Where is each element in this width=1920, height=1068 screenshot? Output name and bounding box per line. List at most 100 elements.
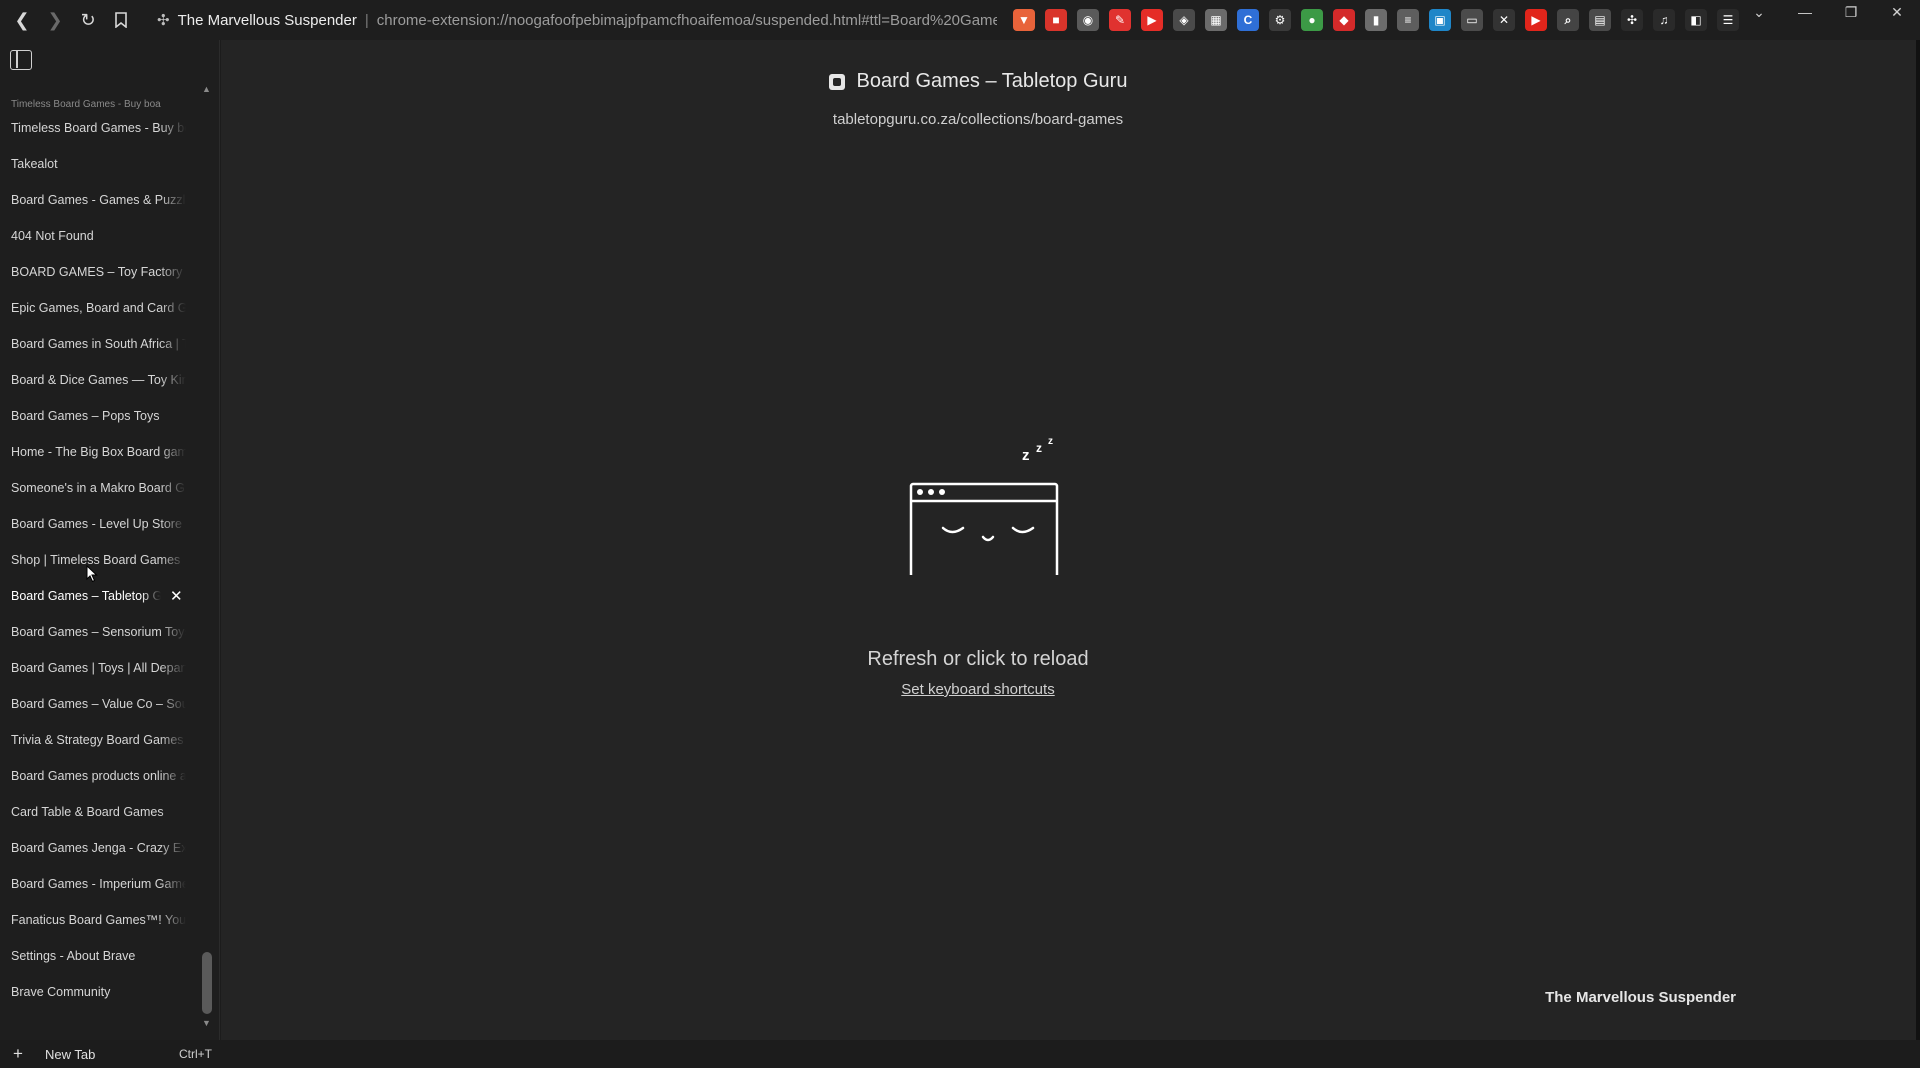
new-tab-label: New Tab xyxy=(45,1046,96,1062)
extensions-puzzle-icon[interactable]: ✣ xyxy=(1621,9,1643,31)
ext-red-bookmark-icon[interactable]: ■ xyxy=(1045,9,1067,31)
vertical-tabs-sidebar: Timeless Board Games - Buy boa Timeless … xyxy=(0,40,220,1063)
tab-item[interactable]: Takealot xyxy=(0,146,196,182)
reload-icon: ↻ xyxy=(80,9,96,30)
ext-eyes-icon[interactable]: ◉ xyxy=(1077,9,1099,31)
new-tab-button[interactable]: + New Tab Ctrl+T xyxy=(0,1040,220,1068)
tab-title: Board Games - Games & Puzzles xyxy=(11,193,196,207)
reload-button[interactable]: ↻ xyxy=(72,4,104,36)
tab-title: Settings - About Brave xyxy=(11,949,136,963)
close-window-button[interactable]: ✕ xyxy=(1874,0,1920,24)
address-bar[interactable]: ✣ The Marvellous Suspender | chrome-exte… xyxy=(157,5,997,35)
ext-gray-square-icon[interactable]: ▮ xyxy=(1365,9,1387,31)
ext-red-pen-icon[interactable]: ✎ xyxy=(1109,9,1131,31)
tab-item[interactable]: Board Games - Level Up Store xyxy=(0,506,196,542)
sidebar-panel-icon[interactable]: ◧ xyxy=(1685,9,1707,31)
minimize-button[interactable]: — xyxy=(1782,0,1828,24)
tab-item[interactable]: Board Games products online at xyxy=(0,758,196,794)
ext-cross-icon[interactable]: ✕ xyxy=(1493,9,1515,31)
ext-save-icon[interactable]: ▣ xyxy=(1429,9,1451,31)
tab-item[interactable]: Board & Dice Games — Toy Kingdom xyxy=(0,362,196,398)
tab-item[interactable]: Board Games – Value Co – South xyxy=(0,686,196,722)
tab-title: Board Games – Tabletop Guru xyxy=(11,589,161,603)
tab-search-button[interactable]: ⌄ xyxy=(1736,0,1782,24)
tab-title: Board Games – Value Co – South xyxy=(11,697,196,711)
tab-title: Board Games in South Africa | Th xyxy=(11,337,196,351)
forward-button[interactable]: ❯ xyxy=(39,4,71,36)
bookmark-button[interactable] xyxy=(105,4,137,36)
ext-grid-icon[interactable]: ▦ xyxy=(1205,9,1227,31)
tab-item[interactable]: Timeless Board Games - Buy boa xyxy=(0,110,196,146)
tab-title: Card Table & Board Games xyxy=(11,805,164,819)
back-button[interactable]: ❮ xyxy=(6,4,38,36)
ext-stack-icon[interactable]: ≡ xyxy=(1397,9,1419,31)
tab-title: Board & Dice Games — Toy Kingdom xyxy=(11,373,196,387)
tab-title: Fanaticus Board Games™! Your F xyxy=(11,913,196,927)
scroll-thumb[interactable] xyxy=(202,952,212,1014)
ext-shield-icon[interactable]: ◈ xyxy=(1173,9,1195,31)
tab-item[interactable]: Epic Games, Board and Card Games xyxy=(0,290,196,326)
brave-shield-icon[interactable]: ▼ xyxy=(1013,9,1035,31)
ext-youtube-icon[interactable]: ▶ xyxy=(1141,9,1163,31)
tab-title: Board Games – Sensorium Toys xyxy=(11,625,191,639)
tab-item[interactable]: 404 Not Found xyxy=(0,218,196,254)
tab-item[interactable]: Settings - About Brave xyxy=(0,938,196,974)
media-note-icon[interactable]: ♫ xyxy=(1653,9,1675,31)
minimize-icon: — xyxy=(1798,4,1812,20)
sleeping-window-icon: z z z xyxy=(909,436,1059,575)
tab-item[interactable]: Board Games Jenga - Crazy Expr xyxy=(0,830,196,866)
ext-screen-icon[interactable]: ▤ xyxy=(1589,9,1611,31)
restore-button[interactable]: ❐ xyxy=(1828,0,1874,24)
tab-item[interactable]: Someone's in a Makro Board Games xyxy=(0,470,196,506)
site-name: The Marvellous Suspender xyxy=(177,11,357,29)
scroll-up-icon[interactable]: ▲ xyxy=(202,84,211,94)
tab-item[interactable]: Fanaticus Board Games™! Your F xyxy=(0,902,196,938)
close-tab-icon[interactable]: ✕ xyxy=(170,587,183,605)
ext-magnify-icon[interactable]: ⌕ xyxy=(1557,9,1579,31)
tab-title: Board Games – Pops Toys xyxy=(11,409,160,423)
brand-label: The Marvellous Suspender xyxy=(1545,989,1736,1006)
tab-item[interactable]: Brave Community xyxy=(0,974,196,1010)
reload-text[interactable]: Refresh or click to reload xyxy=(221,648,1735,671)
set-keyboard-shortcuts-link[interactable]: Set keyboard shortcuts xyxy=(901,681,1054,698)
tab-scrollbar[interactable]: ▲ ▼ xyxy=(200,80,214,1032)
tab-title: BOARD GAMES – Toy Factory xyxy=(11,265,183,279)
mouse-cursor-icon xyxy=(86,565,98,583)
close-icon: ✕ xyxy=(1891,3,1903,20)
tab-item[interactable]: Board Games - Imperium Games xyxy=(0,866,196,902)
url-text: chrome-extension://noogafoofpebimajpfpam… xyxy=(376,11,997,29)
tab-item[interactable]: Card Table & Board Games xyxy=(0,794,196,830)
back-icon: ❮ xyxy=(14,9,30,30)
tab-item[interactable]: Board Games | Toys | All Departments xyxy=(0,650,196,686)
tab-item-partial[interactable]: Timeless Board Games - Buy boa xyxy=(0,96,196,110)
suspended-page[interactable]: Board Games – Tabletop Guru tabletopguru… xyxy=(221,40,1916,1040)
extension-puzzle-icon: ✣ xyxy=(157,12,170,29)
sidebar-toggle-icon[interactable] xyxy=(10,50,32,70)
tab-item-active[interactable]: Board Games – Tabletop Guru ✕ xyxy=(0,578,196,614)
page-url: tabletopguru.co.za/collections/board-gam… xyxy=(832,110,1124,128)
tab-title: Board Games - Level Up Store xyxy=(11,517,182,531)
ext-red-tag-icon[interactable]: ◆ xyxy=(1333,9,1355,31)
bookmark-icon xyxy=(115,12,127,28)
tab-title: Board Games products online at xyxy=(11,769,191,783)
tab-item[interactable]: Home - The Big Box Board games xyxy=(0,434,196,470)
tab-item[interactable]: Trivia & Strategy Board Games | xyxy=(0,722,196,758)
tab-item[interactable]: Board Games – Sensorium Toys xyxy=(0,614,196,650)
tab-item[interactable]: BOARD GAMES – Toy Factory xyxy=(0,254,196,290)
forward-icon: ❯ xyxy=(47,9,63,30)
tab-item[interactable]: Board Games in South Africa | Th xyxy=(0,326,196,362)
tab-item[interactable]: Board Games – Pops Toys xyxy=(0,398,196,434)
tab-item[interactable]: Shop | Timeless Board Games xyxy=(0,542,196,578)
tab-item[interactable]: Board Games - Games & Puzzles xyxy=(0,182,196,218)
sleep-z-large: z xyxy=(1022,447,1030,464)
scroll-down-icon[interactable]: ▼ xyxy=(202,1018,211,1028)
ext-youtube-red-icon[interactable]: ▶ xyxy=(1525,9,1547,31)
tab-title: 404 Not Found xyxy=(11,229,94,243)
restore-icon: ❐ xyxy=(1844,3,1858,20)
nav-group: ❮ ❯ ↻ xyxy=(6,4,137,36)
tab-title: Someone's in a Makro Board Games xyxy=(11,481,196,495)
ext-blue-c-icon[interactable]: C xyxy=(1237,9,1259,31)
ext-monitor-icon[interactable]: ▭ xyxy=(1461,9,1483,31)
ext-settings-icon[interactable]: ⚙ xyxy=(1269,9,1291,31)
ext-green-globe-icon[interactable]: ● xyxy=(1301,9,1323,31)
